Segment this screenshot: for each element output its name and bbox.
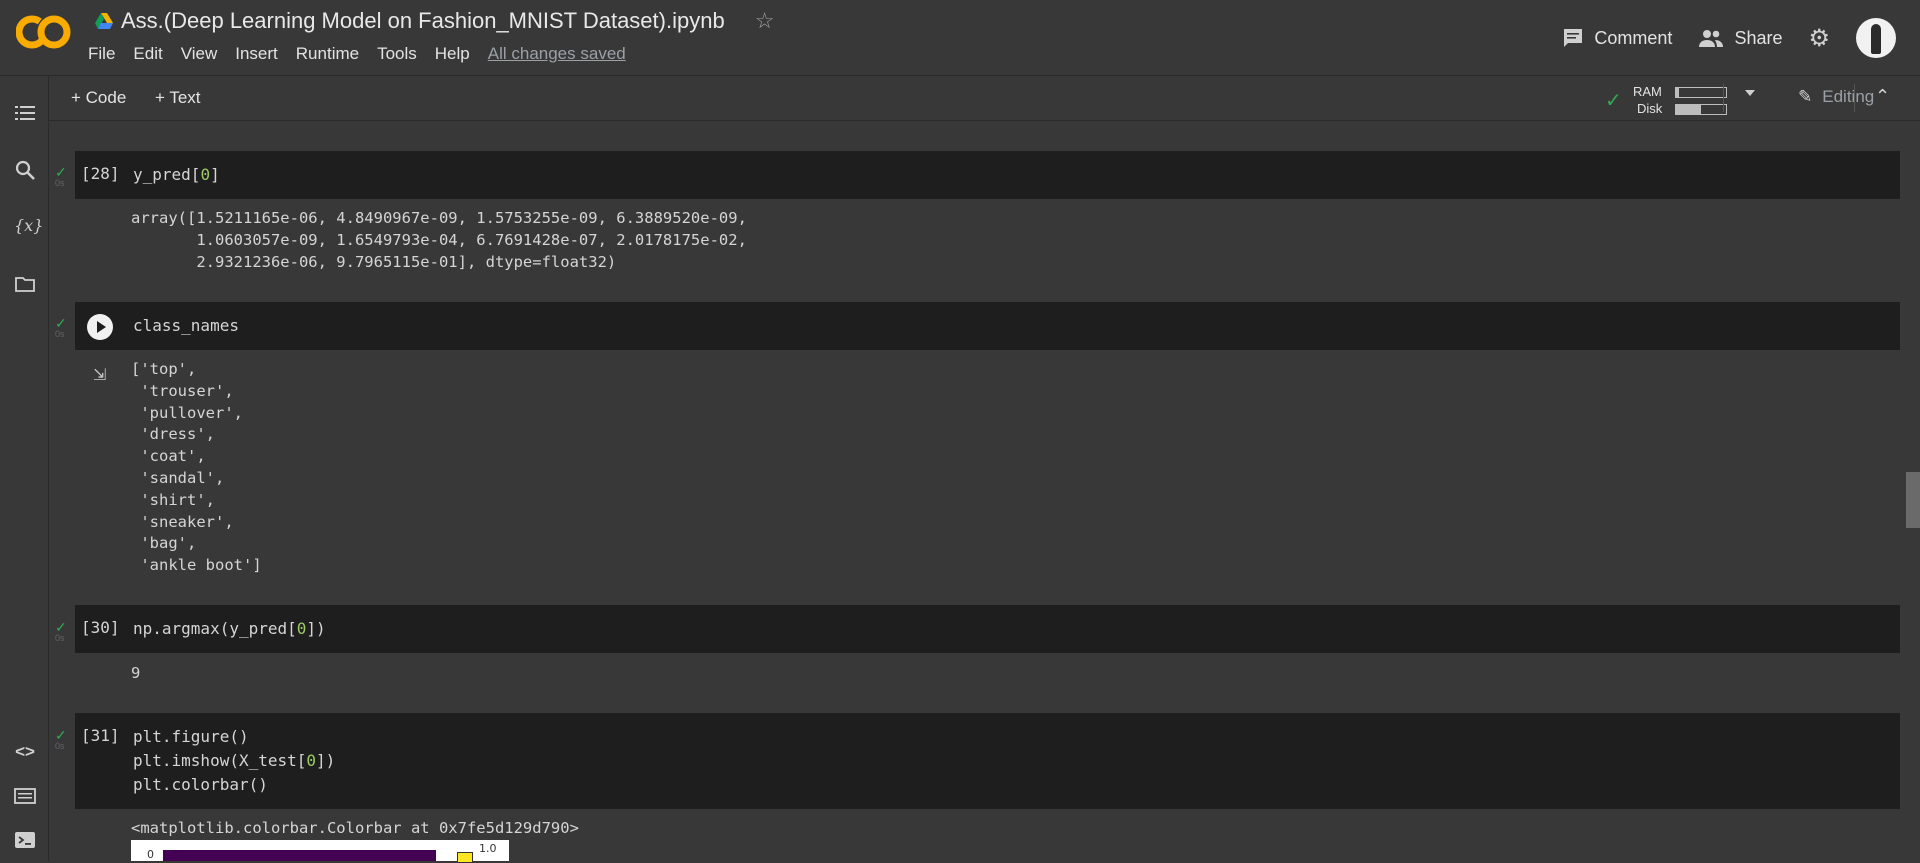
ram-bar-fill <box>1676 88 1679 97</box>
disk-bar <box>1675 104 1727 115</box>
comment-label: Comment <box>1594 27 1673 48</box>
notebook-title[interactable]: Ass.(Deep Learning Model on Fashion_MNIS… <box>121 8 725 34</box>
code-editor[interactable]: np.argmax(y_pred[0]) <box>133 617 326 641</box>
comment-icon <box>1564 29 1583 47</box>
cell-output: array([1.5211165e-06, 4.8490967e-09, 1.5… <box>131 209 747 271</box>
menu-view[interactable]: View <box>181 44 218 64</box>
variables-icon[interactable]: {x} <box>14 215 43 237</box>
code-snippets-icon[interactable]: <> <box>14 741 36 763</box>
pencil-icon: ✎ <box>1798 87 1813 106</box>
check-icon: ✓ 0s <box>55 164 67 188</box>
menu-bar: File Edit View Insert Runtime Tools Help… <box>88 44 626 64</box>
avatar[interactable] <box>1856 18 1896 58</box>
colorbar <box>457 852 473 863</box>
execution-count: [31] <box>81 726 120 745</box>
code-cell[interactable]: [28] y_pred[0] <box>75 151 1900 199</box>
top-bar: Ass.(Deep Learning Model on Fashion_MNIS… <box>0 0 1920 76</box>
menu-edit[interactable]: Edit <box>133 44 162 64</box>
code-cell[interactable]: [30] np.argmax(y_pred[0]) <box>75 605 1900 653</box>
run-icon[interactable] <box>87 314 113 340</box>
resources-indicator[interactable]: ✓ RAM Disk <box>1603 82 1755 116</box>
page-scrollbar[interactable] <box>1906 472 1920 528</box>
code-editor[interactable]: y_pred[0] <box>133 163 220 187</box>
code-cell[interactable]: class_names <box>75 302 1900 350</box>
add-code-button[interactable]: + Code <box>71 88 126 108</box>
menu-tools[interactable]: Tools <box>377 44 417 64</box>
divider <box>1854 84 1855 112</box>
dropdown-icon[interactable] <box>1745 90 1755 96</box>
code-editor[interactable]: plt.figure() plt.imshow(X_test[0]) plt.c… <box>133 725 335 797</box>
title-row: Ass.(Deep Learning Model on Fashion_MNIS… <box>95 8 774 34</box>
run-time: 0s <box>55 329 65 339</box>
ram-bar <box>1675 87 1727 98</box>
left-sidebar: {x} <> <box>0 76 49 861</box>
search-icon[interactable] <box>14 159 36 181</box>
colab-logo[interactable] <box>16 12 72 52</box>
drive-icon <box>95 13 113 29</box>
y-tick-label: 0 <box>147 848 154 861</box>
share-icon <box>1699 30 1724 47</box>
editing-mode-button[interactable]: ✎ Editing <box>1798 87 1874 107</box>
disk-label: Disk <box>1637 101 1663 116</box>
code-cell[interactable]: [31] plt.figure() plt.imshow(X_test[0]) … <box>75 713 1900 809</box>
add-text-button[interactable]: + Text <box>155 88 201 108</box>
execution-count: [28] <box>81 164 120 183</box>
output-icon[interactable]: ⇲ <box>93 365 113 384</box>
share-button[interactable]: Share <box>1698 28 1782 49</box>
notebook-toolbar: + Code + Text ✓ RAM Disk ✎ Editing ⌃ <box>49 76 1920 121</box>
cell-output: 9 <box>131 664 141 682</box>
check-icon: ✓ 0s <box>55 727 67 751</box>
disk-bar-fill <box>1676 105 1701 114</box>
top-right-actions: Comment Share ⚙ <box>1562 18 1896 58</box>
editing-label: Editing <box>1822 87 1875 106</box>
colorbar-tick-label: 1.0 <box>479 842 497 855</box>
execution-count: [30] <box>81 618 120 637</box>
run-time: 0s <box>55 178 65 188</box>
ram-label: RAM <box>1633 84 1662 99</box>
save-status[interactable]: All changes saved <box>488 44 626 64</box>
command-palette-icon[interactable] <box>14 785 36 807</box>
divider <box>1723 84 1724 112</box>
plot-image: 0 1.0 <box>131 840 509 863</box>
share-label: Share <box>1734 27 1783 48</box>
imshow-image <box>163 850 436 861</box>
menu-help[interactable]: Help <box>435 44 470 64</box>
run-time: 0s <box>55 633 65 643</box>
star-icon[interactable]: ☆ <box>755 8 775 34</box>
comment-button[interactable]: Comment <box>1562 27 1672 49</box>
collapse-icon[interactable]: ⌃ <box>1875 86 1890 107</box>
menu-insert[interactable]: Insert <box>235 44 278 64</box>
menu-file[interactable]: File <box>88 44 115 64</box>
run-time: 0s <box>55 741 65 751</box>
folder-icon[interactable] <box>14 273 36 295</box>
menu-runtime[interactable]: Runtime <box>296 44 359 64</box>
cell-output: <matplotlib.colorbar.Colorbar at 0x7fe5d… <box>131 819 579 837</box>
check-icon: ✓ 0s <box>55 619 67 643</box>
gear-icon[interactable]: ⚙ <box>1808 24 1830 53</box>
check-icon: ✓ 0s <box>55 315 67 339</box>
code-editor[interactable]: class_names <box>133 314 239 338</box>
connected-check-icon: ✓ <box>1605 90 1622 112</box>
toc-icon[interactable] <box>14 102 36 124</box>
cell-output: ['top', 'trouser', 'pullover', 'dress', … <box>131 360 262 575</box>
terminal-icon[interactable] <box>14 829 36 851</box>
